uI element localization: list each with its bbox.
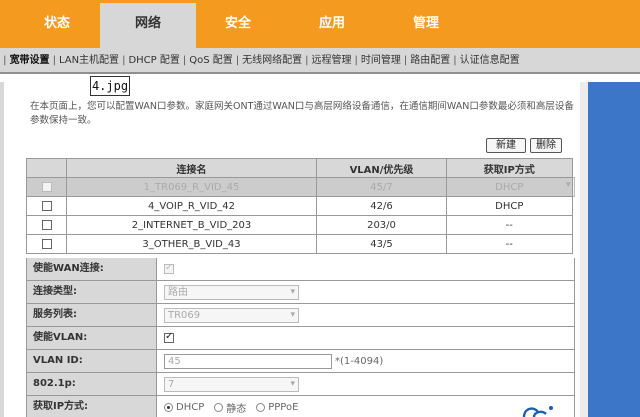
- enable-wan-label: 使能WAN连接:: [27, 258, 157, 280]
- form-row-service: 服务列表: TR069: [27, 304, 574, 327]
- subnav-remote-mgmt[interactable]: 远程管理: [309, 48, 355, 72]
- service-select[interactable]: TR069: [164, 307, 299, 323]
- top-nav: 状态 网络 安全 应用 管理: [0, 0, 640, 48]
- conn-type-value: 路由: [164, 281, 299, 303]
- subnav-time-mgmt[interactable]: 时间管理: [358, 48, 404, 72]
- row-vlan: 42/6: [316, 196, 447, 216]
- enable-vlan-label: 使能VLAN:: [27, 327, 157, 349]
- conn-type-select[interactable]: 路由: [164, 284, 299, 300]
- tab-network[interactable]: 网络: [100, 3, 196, 48]
- tab-status[interactable]: 状态: [30, 0, 84, 48]
- ip-mode-static-label: 静态: [226, 403, 247, 415]
- enable-wan-value: [164, 258, 174, 280]
- row-vlan: 43/5: [316, 234, 447, 254]
- new-button[interactable]: 新建: [486, 138, 526, 153]
- row-name: 2_INTERNET_B_VID_203: [66, 215, 317, 235]
- ip-mode-dhcp-radio[interactable]: [164, 402, 173, 412]
- vlan-id-hint: *(1-4094): [335, 355, 384, 367]
- enable-wan-checkbox[interactable]: [164, 262, 174, 274]
- row-checkbox-cell: [26, 196, 67, 216]
- form-row-enable-wan: 使能WAN连接:: [27, 258, 574, 281]
- right-side-panel: [588, 82, 640, 417]
- row-ip-mode: --: [446, 234, 573, 254]
- service-label: 服务列表:: [27, 304, 157, 326]
- header-ip-mode: 获取IP方式: [446, 158, 573, 178]
- ip-mode-dhcp-label: DHCP: [176, 401, 205, 413]
- conn-type-label: 连接类型:: [27, 281, 157, 303]
- form-row-enable-vlan: 使能VLAN:: [27, 327, 574, 350]
- p8021-value: 7: [164, 373, 299, 395]
- sub-nav: | 宽带设置 | LAN主机配置 | DHCP 配置 | QoS 配置 | 无线网络配置 | 远程管理…: [0, 48, 640, 74]
- brand-logo-icon: [522, 406, 553, 417]
- form-row-conn-type: 连接类型: 路由: [27, 281, 574, 304]
- enable-vlan-value: [164, 327, 174, 349]
- p8021-select[interactable]: 7: [164, 376, 299, 392]
- table-row[interactable]: 4_VOIP_R_VID_42 42/6 DHCP: [26, 196, 575, 216]
- row-checkbox[interactable]: [41, 200, 52, 211]
- ip-mode-pppoe-label: PPPoE: [268, 401, 299, 413]
- tab-security[interactable]: 安全: [206, 0, 270, 48]
- p8021-label: 802.1p:: [27, 373, 157, 395]
- row-vlan: 203/0: [316, 215, 447, 235]
- service-value: TR069: [164, 304, 299, 326]
- form-row-vlan-id: VLAN ID: 45 *(1-4094): [27, 350, 574, 373]
- page-description: 在本页面上，您可以配置WAN口参数。家庭网关ONT通过WAN口与高层网络设备通信…: [30, 101, 574, 126]
- right-gap: [580, 82, 588, 417]
- row-name: 4_VOIP_R_VID_42: [66, 196, 317, 216]
- subnav-dhcp[interactable]: DHCP 配置: [125, 48, 182, 72]
- table-row[interactable]: 3_OTHER_B_VID_43 43/5 --: [26, 234, 575, 254]
- table-header-row: 连接名 VLAN/优先级 获取IP方式: [26, 158, 575, 178]
- row-vlan: 45/7: [316, 177, 447, 197]
- form-row-8021p: 802.1p: 7: [27, 373, 574, 396]
- left-border: [0, 82, 4, 417]
- vlan-id-input[interactable]: 45: [164, 353, 332, 369]
- subnav-wireless[interactable]: 无线网络配置: [239, 48, 305, 72]
- row-name: 1_TR069_R_VID_45: [66, 177, 317, 197]
- enable-vlan-checkbox[interactable]: [164, 331, 174, 343]
- row-ip-mode: --: [446, 215, 573, 235]
- ip-mode-pppoe-radio[interactable]: [256, 402, 266, 412]
- header-vlan-priority: VLAN/优先级: [316, 158, 447, 178]
- ip-mode-static-radio[interactable]: [214, 402, 224, 412]
- row-checkbox[interactable]: [41, 238, 52, 249]
- subnav-route[interactable]: 路由配置: [407, 48, 453, 72]
- row-checkbox[interactable]: [41, 219, 52, 230]
- subnav-lan-host[interactable]: LAN主机配置: [56, 48, 122, 72]
- subnav-auth-info[interactable]: 认证信息配置: [457, 48, 523, 72]
- table-row[interactable]: 2_INTERNET_B_VID_203 203/0 --: [26, 215, 575, 235]
- image-filename-tag: 4.jpg: [90, 76, 130, 96]
- subnav-broadband[interactable]: 宽带设置: [7, 48, 53, 72]
- row-checkbox[interactable]: [41, 181, 52, 192]
- wan-connection-table: 连接名 VLAN/优先级 获取IP方式 1_TR069_R_VID_45 45/…: [26, 158, 575, 254]
- tab-management[interactable]: 管理: [394, 0, 458, 48]
- delete-button[interactable]: 删除: [530, 138, 562, 153]
- header-select: [26, 158, 67, 178]
- form-row-ip-mode: 获取IP方式: DHCP 静态 PPPoE: [27, 396, 574, 417]
- row-checkbox-cell: [26, 177, 67, 197]
- tab-application[interactable]: 应用: [300, 0, 364, 48]
- row-name: 3_OTHER_B_VID_43: [66, 234, 317, 254]
- header-connection-name: 连接名: [66, 158, 317, 178]
- row-checkbox-cell: [26, 215, 67, 235]
- vlan-id-value: 45 *(1-4094): [164, 350, 383, 372]
- vlan-id-label: VLAN ID:: [27, 350, 157, 372]
- row-checkbox-cell: [26, 234, 67, 254]
- subnav-qos[interactable]: QoS 配置: [186, 48, 236, 72]
- row-ip-mode: DHCP: [446, 196, 573, 216]
- wan-settings-form: 使能WAN连接: 连接类型: 路由 服务列表: TR069 使能VLAN: VL…: [26, 258, 575, 417]
- ip-mode-options: DHCP 静态 PPPoE: [164, 396, 308, 417]
- row-ip-mode: DHCP: [446, 177, 573, 197]
- ip-mode-label: 获取IP方式:: [27, 396, 157, 417]
- table-row[interactable]: 1_TR069_R_VID_45 45/7 DHCP: [26, 177, 575, 197]
